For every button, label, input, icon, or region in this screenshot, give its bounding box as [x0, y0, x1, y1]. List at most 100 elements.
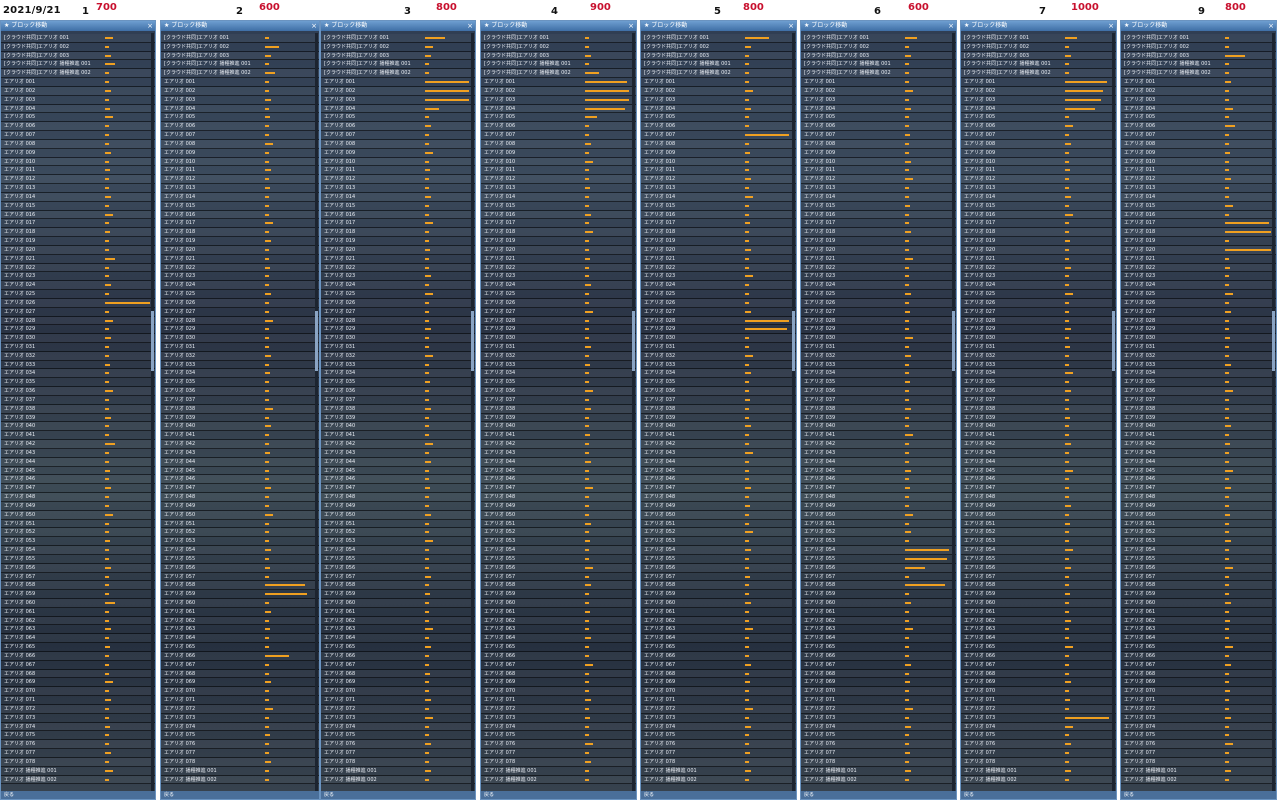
list-item[interactable]: エアリオ 014	[1, 192, 155, 202]
list-item[interactable]: エアリオ 036	[321, 387, 475, 396]
list-item[interactable]: エアリオ 061	[161, 608, 319, 617]
list-item[interactable]: エアリオ 040	[1121, 422, 1276, 432]
list-item[interactable]: [クラウド共同]エアリオ 003	[1121, 51, 1276, 61]
list-item[interactable]: エアリオ 044	[481, 457, 636, 467]
scrollbar-thumb[interactable]	[1272, 311, 1275, 371]
list-item[interactable]: エアリオ 049	[161, 502, 319, 511]
list-item[interactable]: エアリオ 032	[1, 351, 155, 361]
list-item[interactable]: エアリオ 021	[961, 255, 1116, 264]
list-item[interactable]: エアリオ 029	[1121, 325, 1276, 335]
list-item[interactable]: エアリオ 019	[481, 237, 636, 246]
list-item[interactable]: エアリオ 030	[641, 334, 796, 343]
list-item[interactable]: エアリオ 021	[481, 255, 636, 264]
list-item[interactable]: エアリオ 065	[161, 643, 319, 652]
scrollbar-thumb[interactable]	[792, 311, 795, 371]
list-item[interactable]: エアリオ 054	[801, 546, 956, 555]
list-item[interactable]: エアリオ 012	[1, 175, 155, 185]
list-item[interactable]: エアリオ 060	[161, 599, 319, 608]
list-item[interactable]: エアリオ 066	[961, 651, 1116, 661]
list-item[interactable]: エアリオ 047	[321, 484, 475, 494]
list-item[interactable]: エアリオ 066	[321, 651, 475, 661]
list-item[interactable]: [クラウド共同]エアリオ 002	[481, 43, 636, 52]
list-item[interactable]: エアリオ 053	[1121, 537, 1276, 547]
list-item[interactable]: エアリオ 070	[321, 687, 475, 697]
list-item[interactable]: [クラウド共同]エアリオ 002	[961, 43, 1116, 52]
list-item[interactable]: エアリオ 078	[641, 757, 796, 767]
list-item[interactable]: エアリオ 播種推進 001	[1121, 767, 1276, 776]
list-item[interactable]: エアリオ 010	[481, 157, 636, 167]
list-item[interactable]: [クラウド共同]エアリオ 播種推進 001	[481, 60, 636, 70]
list-item[interactable]: エアリオ 074	[1121, 722, 1276, 732]
list-item[interactable]: エアリオ 076	[801, 740, 956, 750]
list-item[interactable]: エアリオ 014	[1121, 192, 1276, 202]
list-item[interactable]: エアリオ 057	[481, 573, 636, 582]
list-item[interactable]: エアリオ 016	[161, 210, 319, 220]
list-item[interactable]: エアリオ 078	[961, 757, 1116, 767]
list-item[interactable]: エアリオ 063	[481, 625, 636, 635]
list-item[interactable]: エアリオ 073	[961, 714, 1116, 723]
list-item[interactable]: エアリオ 045	[961, 467, 1116, 476]
list-item[interactable]: エアリオ 011	[1, 166, 155, 176]
list-item[interactable]: エアリオ 001	[321, 78, 475, 87]
list-item[interactable]: エアリオ 032	[321, 351, 475, 361]
list-item[interactable]: エアリオ 070	[1121, 687, 1276, 697]
list-item[interactable]: エアリオ 021	[641, 255, 796, 264]
list-item[interactable]: エアリオ 031	[481, 343, 636, 352]
list-item[interactable]: エアリオ 004	[1, 104, 155, 114]
list-item[interactable]: エアリオ 024	[1, 281, 155, 291]
list-item[interactable]: [クラウド共同]エアリオ 002	[1121, 43, 1276, 52]
list-item[interactable]: [クラウド共同]エアリオ 播種推進 001	[641, 60, 796, 70]
list-item[interactable]: エアリオ 播種推進 002	[1, 775, 155, 785]
list-item[interactable]: エアリオ 055	[481, 555, 636, 564]
list-item[interactable]: エアリオ 021	[1121, 255, 1276, 264]
list-item[interactable]: エアリオ 059	[641, 590, 796, 599]
list-item[interactable]: エアリオ 011	[801, 166, 956, 176]
list-item[interactable]: エアリオ 025	[961, 290, 1116, 299]
list-item[interactable]: エアリオ 015	[481, 202, 636, 211]
list-item[interactable]: [クラウド共同]エアリオ 002	[321, 43, 475, 52]
list-item[interactable]: エアリオ 028	[801, 316, 956, 326]
list-item[interactable]: エアリオ 075	[641, 731, 796, 741]
list-item[interactable]: エアリオ 057	[961, 573, 1116, 582]
list-item[interactable]: エアリオ 024	[641, 281, 796, 291]
list-item[interactable]: エアリオ 053	[321, 537, 475, 547]
list-item[interactable]: エアリオ 069	[1, 678, 155, 688]
list-item[interactable]: エアリオ 051	[161, 520, 319, 529]
list-item[interactable]: エアリオ 042	[961, 440, 1116, 449]
list-item[interactable]: エアリオ 035	[1121, 378, 1276, 388]
list-item[interactable]: エアリオ 004	[961, 104, 1116, 114]
list-item[interactable]: エアリオ 031	[1121, 343, 1276, 352]
panel-footer[interactable]: 戻る	[1, 791, 155, 799]
scrollbar-thumb[interactable]	[471, 311, 474, 371]
list-item[interactable]: エアリオ 006	[321, 122, 475, 132]
scrollbar-thumb[interactable]	[952, 311, 955, 371]
list-item[interactable]: エアリオ 050	[161, 510, 319, 520]
list-item[interactable]: エアリオ 046	[1, 475, 155, 485]
list-item[interactable]: エアリオ 056	[961, 563, 1116, 573]
list-item[interactable]: エアリオ 010	[1121, 157, 1276, 167]
list-item[interactable]: エアリオ 054	[1, 546, 155, 555]
list-item[interactable]: エアリオ 033	[1121, 361, 1276, 370]
list-item[interactable]: エアリオ 036	[1, 387, 155, 396]
list-item[interactable]: エアリオ 061	[1121, 608, 1276, 617]
list-item[interactable]: エアリオ 005	[161, 113, 319, 123]
list-item[interactable]: エアリオ 058	[1, 581, 155, 591]
list-item[interactable]: エアリオ 011	[1121, 166, 1276, 176]
list-item[interactable]: エアリオ 015	[321, 202, 475, 211]
list-item[interactable]: エアリオ 070	[801, 687, 956, 697]
list-item[interactable]: エアリオ 032	[161, 351, 319, 361]
list-item[interactable]: エアリオ 023	[641, 272, 796, 282]
list-item[interactable]: [クラウド共同]エアリオ 播種推進 001	[161, 60, 319, 70]
list-item[interactable]: エアリオ 067	[161, 661, 319, 670]
list-item[interactable]: エアリオ 073	[321, 714, 475, 723]
list-item[interactable]: エアリオ 038	[1, 404, 155, 414]
list-item[interactable]: エアリオ 076	[481, 740, 636, 750]
list-item[interactable]: エアリオ 072	[481, 704, 636, 714]
list-item[interactable]: エアリオ 023	[161, 272, 319, 282]
list-item[interactable]: エアリオ 070	[1, 687, 155, 697]
list-item[interactable]: エアリオ 002	[641, 86, 796, 96]
list-item[interactable]: エアリオ 051	[801, 520, 956, 529]
scrollbar-thumb[interactable]	[151, 311, 154, 371]
list-item[interactable]: エアリオ 050	[801, 510, 956, 520]
list-item[interactable]: エアリオ 027	[1, 308, 155, 317]
